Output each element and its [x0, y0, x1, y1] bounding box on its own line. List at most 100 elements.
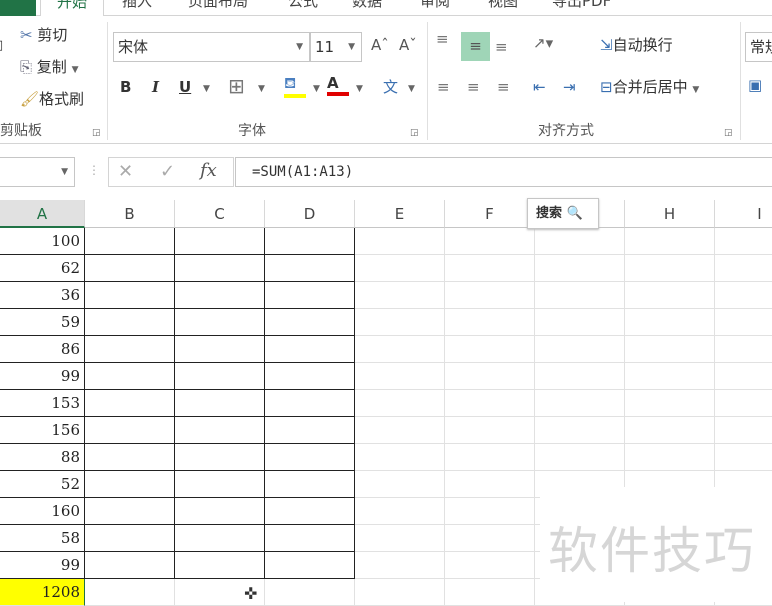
search-button[interactable]: 搜索 🔍 — [527, 198, 599, 229]
cell-G2[interactable] — [535, 255, 625, 282]
align-top-icon[interactable]: ≡ — [436, 30, 449, 48]
cell-H9[interactable] — [625, 444, 715, 471]
cell-E11[interactable] — [355, 498, 445, 525]
cell-C10[interactable] — [175, 471, 265, 498]
alignment-launcher-icon[interactable]: ◲ — [724, 128, 733, 138]
cell-A13[interactable]: 99 — [0, 552, 85, 579]
cell-C7[interactable] — [175, 390, 265, 417]
cell-B4[interactable] — [85, 309, 175, 336]
cell-F1[interactable] — [445, 228, 535, 255]
column-header-E[interactable]: E — [355, 200, 445, 228]
wrap-text-button[interactable]: ⇲自动换行 — [600, 34, 673, 55]
cell-D4[interactable] — [265, 309, 355, 336]
cell-I1[interactable] — [715, 228, 772, 255]
cell-H1[interactable] — [625, 228, 715, 255]
resize-handle[interactable]: ⋮ — [88, 163, 100, 177]
fill-color-button[interactable]: ⛾ — [284, 74, 306, 98]
cell-G6[interactable] — [535, 363, 625, 390]
cell-E12[interactable] — [355, 525, 445, 552]
cell-E5[interactable] — [355, 336, 445, 363]
cell-A2[interactable]: 62 — [0, 255, 85, 282]
increase-indent-icon[interactable]: ⇥ — [563, 78, 576, 96]
tab-formulas[interactable]: 公式 — [288, 0, 318, 16]
enter-icon[interactable]: ✓ — [160, 161, 175, 182]
cell-H7[interactable] — [625, 390, 715, 417]
cell-B13[interactable] — [85, 552, 175, 579]
tab-insert[interactable]: 插入 — [122, 0, 152, 16]
column-header-I[interactable]: I — [715, 200, 772, 228]
align-center-icon[interactable]: ≡ — [467, 78, 480, 96]
cell-A12[interactable]: 58 — [0, 525, 85, 552]
font-name-select[interactable]: 宋体 ▼ — [113, 32, 310, 62]
cell-A4[interactable]: 59 — [0, 309, 85, 336]
cell-F10[interactable] — [445, 471, 535, 498]
cell-E7[interactable] — [355, 390, 445, 417]
cell-F2[interactable] — [445, 255, 535, 282]
cell-G3[interactable] — [535, 282, 625, 309]
tab-export-pdf[interactable]: 导出PDF — [552, 0, 611, 16]
cell-I5[interactable] — [715, 336, 772, 363]
cell-D1[interactable] — [265, 228, 355, 255]
cell-E10[interactable] — [355, 471, 445, 498]
cell-F4[interactable] — [445, 309, 535, 336]
cell-G1[interactable] — [535, 228, 625, 255]
cell-H5[interactable] — [625, 336, 715, 363]
cell-C11[interactable] — [175, 498, 265, 525]
tab-data[interactable]: 数据 — [352, 0, 382, 16]
cell-H8[interactable] — [625, 417, 715, 444]
cell-F7[interactable] — [445, 390, 535, 417]
formula-input[interactable]: =SUM(A1:A13) — [235, 157, 772, 187]
cell-F6[interactable] — [445, 363, 535, 390]
cut-button[interactable]: ✂ 剪切 — [20, 24, 67, 45]
cell-B11[interactable] — [85, 498, 175, 525]
cell-G4[interactable] — [535, 309, 625, 336]
bold-button[interactable]: B — [120, 78, 131, 96]
shrink-font-button[interactable]: Aˇ — [399, 36, 417, 54]
cell-A9[interactable]: 88 — [0, 444, 85, 471]
cell-A11[interactable]: 160 — [0, 498, 85, 525]
cell-E3[interactable] — [355, 282, 445, 309]
cell-F12[interactable] — [445, 525, 535, 552]
cell-H2[interactable] — [625, 255, 715, 282]
cell-B10[interactable] — [85, 471, 175, 498]
cell-C5[interactable] — [175, 336, 265, 363]
cell-I7[interactable] — [715, 390, 772, 417]
cell-H6[interactable] — [625, 363, 715, 390]
cell-C13[interactable] — [175, 552, 265, 579]
insert-function-button[interactable]: fx — [200, 160, 217, 181]
cell-G7[interactable] — [535, 390, 625, 417]
cell-I2[interactable] — [715, 255, 772, 282]
orientation-icon[interactable]: ↗▾ — [533, 34, 553, 52]
column-header-F[interactable]: F — [445, 200, 535, 228]
cell-A1[interactable]: 100 — [0, 228, 85, 255]
cell-D13[interactable] — [265, 552, 355, 579]
borders-icon[interactable]: ⊞ — [228, 74, 245, 98]
phonetic-button[interactable]: 文 — [383, 76, 398, 97]
cell-E13[interactable] — [355, 552, 445, 579]
cell-D3[interactable] — [265, 282, 355, 309]
cell-I6[interactable] — [715, 363, 772, 390]
cancel-icon[interactable]: ✕ — [118, 161, 133, 182]
cell-E8[interactable] — [355, 417, 445, 444]
underline-button[interactable]: U — [179, 78, 191, 96]
column-header-D[interactable]: D — [265, 200, 355, 228]
cell-D11[interactable] — [265, 498, 355, 525]
font-launcher-icon[interactable]: ◲ — [410, 128, 419, 138]
cell-A3[interactable]: 36 — [0, 282, 85, 309]
cell-A5[interactable]: 86 — [0, 336, 85, 363]
cell-F13[interactable] — [445, 552, 535, 579]
cell-C12[interactable] — [175, 525, 265, 552]
number-format-select[interactable]: 常规 — [745, 32, 772, 62]
clipboard-launcher-icon[interactable]: ◲ — [92, 128, 101, 138]
cell-B8[interactable] — [85, 417, 175, 444]
name-box[interactable]: ▼ — [0, 157, 75, 187]
tab-page-layout[interactable]: 页面布局 — [188, 0, 248, 16]
cell-E4[interactable] — [355, 309, 445, 336]
cell-G9[interactable] — [535, 444, 625, 471]
cell-F9[interactable] — [445, 444, 535, 471]
cell-D12[interactable] — [265, 525, 355, 552]
cell-A8[interactable]: 156 — [0, 417, 85, 444]
cell-I8[interactable] — [715, 417, 772, 444]
cell-A7[interactable]: 153 — [0, 390, 85, 417]
cell-E6[interactable] — [355, 363, 445, 390]
